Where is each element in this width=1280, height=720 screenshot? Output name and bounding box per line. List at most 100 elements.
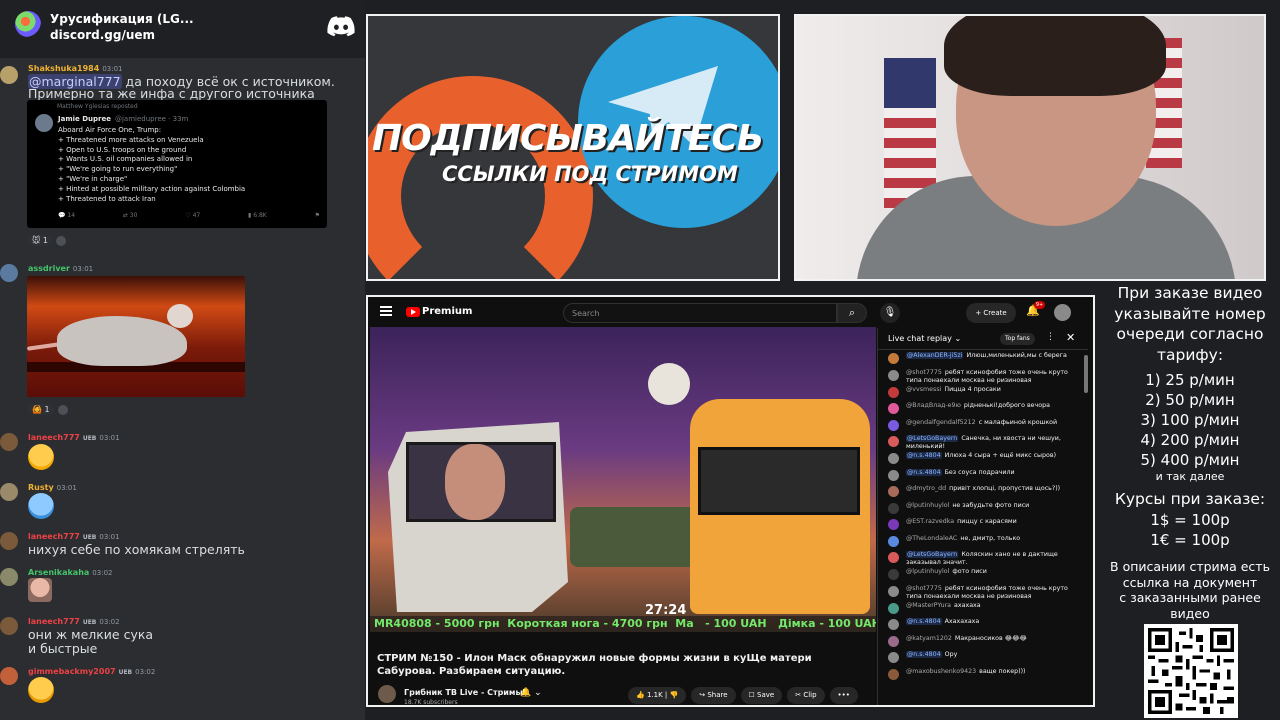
chat-username[interactable]: @lputinhuylol bbox=[906, 502, 949, 509]
chat-avatar[interactable] bbox=[888, 519, 899, 530]
reaction-chip[interactable]: 🙆 1 bbox=[28, 404, 54, 415]
server-icon[interactable] bbox=[15, 11, 41, 37]
tweet-embed[interactable]: Matthew Yglesias reposted Jamie Dupree @j… bbox=[27, 100, 327, 228]
subscription-bell-icon[interactable]: 🔔 ⌄ bbox=[520, 688, 542, 698]
like-button[interactable]: 👍 1.1K | 👎 bbox=[628, 687, 687, 704]
chat-username[interactable]: @TheLondaleAC bbox=[906, 535, 957, 542]
chat-avatar[interactable] bbox=[888, 552, 899, 563]
chat-avatar[interactable] bbox=[888, 419, 899, 431]
chat-username[interactable]: @LetsGoBayern bbox=[906, 435, 959, 442]
chat-username[interactable]: @LetsGoBayern bbox=[906, 551, 959, 558]
hamburger-menu-icon[interactable] bbox=[380, 306, 392, 316]
avatar[interactable] bbox=[0, 617, 18, 635]
username[interactable]: laneech777 UEB 03:01 bbox=[28, 532, 120, 541]
avatar[interactable] bbox=[0, 66, 18, 84]
create-button[interactable]: + Create bbox=[966, 303, 1016, 323]
username[interactable]: laneech777 UEB 03:02 bbox=[28, 617, 120, 626]
chat-username[interactable]: @n.s.4804 bbox=[906, 452, 942, 459]
chat-message-text: не, дмитр, только bbox=[960, 534, 1021, 542]
chat-avatar[interactable] bbox=[888, 602, 899, 614]
retweet-count[interactable]: ⇄ 30 bbox=[123, 212, 138, 219]
avatar[interactable] bbox=[0, 568, 18, 586]
username[interactable]: Shakshuka1984 03:01 bbox=[28, 64, 123, 73]
message-text: нихуя себе по хомякам стрелять bbox=[28, 542, 245, 557]
chat-username[interactable]: @shot7775 bbox=[906, 585, 942, 592]
chat-avatar[interactable] bbox=[888, 668, 899, 680]
chat-username[interactable]: @shot7775 bbox=[906, 369, 942, 376]
share-button[interactable]: ↪ Share bbox=[691, 687, 736, 704]
chat-username[interactable]: @lputinhuylol bbox=[906, 568, 949, 575]
username[interactable]: gimmebackmy2007 UEB 03:02 bbox=[28, 667, 155, 676]
message-text-line2: Примерно та же инфа с другого источника bbox=[28, 86, 315, 101]
chat-more-icon[interactable]: ⋮ bbox=[1046, 332, 1055, 342]
username[interactable]: Rusty 03:01 bbox=[28, 483, 77, 492]
chat-avatar[interactable] bbox=[888, 569, 899, 580]
chat-avatar[interactable] bbox=[888, 436, 899, 447]
channel-name[interactable]: Грибник ТВ Live - Стримы bbox=[404, 688, 523, 697]
chat-avatar[interactable] bbox=[888, 469, 899, 481]
video-player[interactable]: 27:24 MR40808 - 5000 грн Короткая нога -… bbox=[370, 327, 876, 632]
account-avatar[interactable] bbox=[1054, 304, 1071, 321]
chat-avatar[interactable] bbox=[888, 369, 899, 381]
username[interactable]: assdriver 03:01 bbox=[28, 264, 93, 273]
chat-avatar[interactable] bbox=[888, 635, 899, 647]
microphone-icon[interactable]: 🎙 bbox=[880, 303, 900, 323]
chat-avatar[interactable] bbox=[888, 453, 899, 464]
clip-button[interactable]: ✂ Clip bbox=[787, 687, 825, 704]
chat-avatar[interactable] bbox=[888, 502, 899, 514]
chat-avatar[interactable] bbox=[888, 585, 899, 597]
reply-count[interactable]: 💬 14 bbox=[58, 212, 75, 219]
youtube-logo-icon[interactable] bbox=[406, 307, 420, 317]
username[interactable]: laneech777 UEB 03:01 bbox=[28, 433, 120, 442]
youtube-brand[interactable]: Premium bbox=[422, 306, 472, 317]
add-reaction-icon[interactable] bbox=[57, 404, 68, 415]
add-reaction-icon[interactable] bbox=[55, 235, 66, 246]
chat-username[interactable]: @EST.razvedka bbox=[906, 518, 954, 525]
chat-username[interactable]: @n.s.4804 bbox=[906, 618, 942, 625]
like-count-value: 47 bbox=[192, 212, 201, 219]
more-actions-button[interactable]: ••• bbox=[829, 687, 858, 704]
save-button[interactable]: ☐ Save bbox=[740, 687, 783, 704]
chat-scrollbar[interactable] bbox=[1084, 355, 1088, 393]
view-count[interactable]: ▮ 6.8K bbox=[248, 212, 267, 219]
search-icon[interactable]: ⌕ bbox=[837, 303, 867, 323]
invite-link[interactable]: discord.gg/uem bbox=[50, 28, 155, 42]
chat-username[interactable]: @ВладВлад-е9ю bbox=[906, 402, 961, 409]
chat-mode-dropdown[interactable]: Live chat replay ⌄ bbox=[888, 334, 961, 343]
chat-username[interactable]: @dmytro_dd bbox=[906, 485, 946, 492]
attached-image[interactable] bbox=[27, 276, 245, 397]
chat-avatar[interactable] bbox=[888, 386, 899, 398]
chat-username[interactable]: @katyam1202 bbox=[906, 635, 952, 642]
chat-avatar[interactable] bbox=[888, 486, 899, 497]
chat-username[interactable]: @gendalfgendalf5212 bbox=[906, 419, 976, 426]
avatar[interactable] bbox=[0, 483, 18, 501]
chat-username[interactable]: @maxobushenko9423 bbox=[906, 668, 976, 675]
chat-username[interactable]: @vvsmessi bbox=[906, 386, 941, 393]
subscribe-promo: ПОДПИСЫВАЙТЕСЬ ССЫЛКИ ПОД СТРИМОМ bbox=[366, 14, 780, 281]
chat-username[interactable]: @n.s.4804 bbox=[906, 651, 942, 658]
chat-username[interactable]: @AlexanDER-ji5zi bbox=[906, 352, 964, 359]
discord-chat-panel: Урусификация (LG... discord.gg/uem Shaks… bbox=[0, 0, 365, 720]
close-icon[interactable]: ✕ bbox=[1066, 331, 1075, 344]
top-fans-button[interactable]: Top fans bbox=[1000, 333, 1035, 345]
chat-avatar[interactable] bbox=[888, 353, 899, 364]
username-text: Shakshuka1984 bbox=[28, 64, 100, 73]
avatar[interactable] bbox=[0, 433, 18, 451]
chat-avatar[interactable] bbox=[888, 652, 899, 663]
chat-avatar[interactable] bbox=[888, 535, 899, 547]
order-instruction-line: При заказе видео bbox=[1117, 284, 1263, 302]
reaction-chip[interactable]: 🐭 1 bbox=[28, 235, 52, 246]
avatar[interactable] bbox=[0, 667, 18, 685]
avatar[interactable] bbox=[0, 264, 18, 282]
bookmark-icon[interactable]: ⚑ bbox=[315, 212, 320, 219]
chat-username[interactable]: @n.s.4804 bbox=[906, 468, 942, 476]
username[interactable]: Arsenikakaha 03:02 bbox=[28, 568, 112, 577]
chat-avatar[interactable] bbox=[888, 619, 899, 630]
like-count[interactable]: ♡ 47 bbox=[185, 212, 200, 219]
channel-avatar[interactable] bbox=[378, 685, 396, 703]
chat-username[interactable]: @MasterPYura bbox=[906, 602, 951, 609]
chat-avatar[interactable] bbox=[888, 403, 899, 414]
reaction-bar: 🙆 1 bbox=[28, 404, 68, 418]
search-input[interactable]: Search bbox=[563, 303, 837, 323]
avatar[interactable] bbox=[0, 532, 18, 550]
